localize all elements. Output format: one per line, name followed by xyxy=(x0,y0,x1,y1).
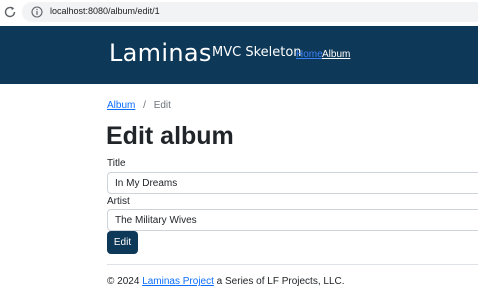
footer-laminas-link[interactable]: Laminas Project xyxy=(142,276,214,287)
nav-link-home[interactable]: Home xyxy=(296,49,323,60)
browser-toolbar: localhost:8080/album/edit/1 xyxy=(0,0,478,26)
title-input[interactable] xyxy=(107,172,478,194)
footer-suffix: a Series of LF Projects, LLC. xyxy=(216,276,345,287)
brand-subtitle[interactable]: MVC Skeleton xyxy=(212,45,302,60)
breadcrumb: Album / Edit xyxy=(107,100,171,111)
site-info-icon[interactable] xyxy=(31,6,43,18)
top-navbar: Laminas MVC Skeleton Home Album xyxy=(0,26,478,84)
edit-submit-button[interactable]: Edit xyxy=(107,231,138,254)
address-bar[interactable]: localhost:8080/album/edit/1 xyxy=(22,2,478,22)
page-title: Edit album xyxy=(106,122,234,150)
artist-label: Artist xyxy=(107,196,130,207)
breadcrumb-album-link[interactable]: Album xyxy=(107,100,135,111)
title-label: Title xyxy=(107,158,126,169)
laminas-logo[interactable]: Laminas xyxy=(109,39,212,67)
footer: © 2024 Laminas Project a Series of LF Pr… xyxy=(107,276,345,287)
reload-icon[interactable] xyxy=(3,5,17,19)
url-text[interactable]: localhost:8080/album/edit/1 xyxy=(50,6,160,16)
footer-copyright: © 2024 xyxy=(107,276,140,287)
nav-link-album[interactable]: Album xyxy=(322,49,350,60)
footer-divider xyxy=(107,264,478,265)
breadcrumb-separator: / xyxy=(143,100,146,111)
artist-input[interactable] xyxy=(107,209,478,231)
breadcrumb-current: Edit xyxy=(153,100,171,111)
